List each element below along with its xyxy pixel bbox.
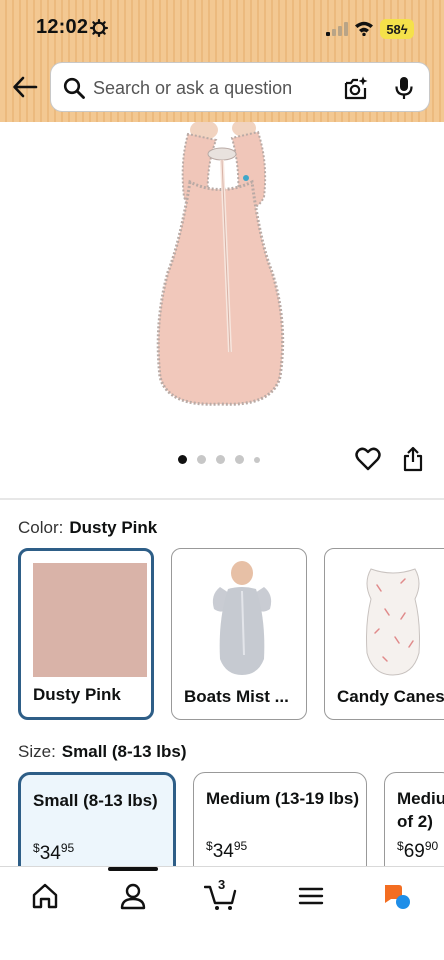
size-option-price: $6990 <box>397 839 439 862</box>
selected-size-value: Small (8-13 lbs) <box>61 742 187 761</box>
size-option-label: Mediu of 2) <box>397 789 444 831</box>
search-input[interactable] <box>93 75 333 101</box>
heart-icon[interactable] <box>355 446 381 472</box>
color-option-image <box>366 568 420 676</box>
camera-search-icon[interactable] <box>343 75 369 101</box>
account-icon[interactable] <box>118 881 148 911</box>
size-option-label: Small (8-13 lbs) <box>33 791 158 810</box>
cellular-signal-icon <box>326 22 348 36</box>
microphone-icon[interactable] <box>393 75 415 101</box>
carousel-dot[interactable] <box>178 455 187 464</box>
status-time: 12:02 <box>36 16 89 38</box>
menu-icon[interactable] <box>296 881 326 911</box>
wifi-icon <box>355 21 373 36</box>
charging-icon: ϟ <box>400 21 408 37</box>
search-icon <box>63 77 85 99</box>
carousel-dot[interactable] <box>216 455 225 464</box>
product-image[interactable] <box>140 122 300 422</box>
home-icon[interactable] <box>30 881 60 911</box>
status-bar: 12:02 58 ϟ <box>0 0 444 58</box>
color-option-label: Boats Mist ... <box>184 687 289 706</box>
bottom-navigation: 3 <box>0 866 444 960</box>
color-option-image <box>212 561 272 675</box>
cart-count-badge: 3 <box>218 877 226 892</box>
size-option-label: Medium (13-19 lbs) <box>206 789 360 808</box>
back-arrow-icon[interactable] <box>12 74 38 100</box>
color-swatch <box>33 563 147 677</box>
color-label-text: Color: <box>18 518 64 537</box>
carousel-dot[interactable] <box>235 455 244 464</box>
search-bar[interactable] <box>50 62 430 112</box>
color-option-boats-mist[interactable]: Boats Mist ... <box>171 548 307 720</box>
size-label: Size: Small (8-13 lbs) <box>18 742 187 762</box>
carousel-dot[interactable] <box>254 456 260 463</box>
gear-icon <box>90 19 108 37</box>
color-option-label: Dusty Pink <box>33 685 121 704</box>
rufus-assistant-icon[interactable] <box>382 881 412 911</box>
color-label: Color: Dusty Pink <box>18 518 157 538</box>
section-divider <box>0 498 444 500</box>
battery-level: 58 <box>386 21 401 37</box>
size-option-price: $3495 <box>206 839 248 862</box>
active-tab-indicator <box>108 867 158 871</box>
color-option-candy-canes[interactable]: Candy Canes <box>324 548 444 720</box>
size-label-text: Size: <box>18 742 56 761</box>
color-option-dusty-pink[interactable]: Dusty Pink <box>18 548 154 720</box>
carousel-dot[interactable] <box>197 455 206 464</box>
selected-color-value: Dusty Pink <box>69 518 158 537</box>
header: 12:02 58 ϟ <box>0 0 444 122</box>
share-icon[interactable] <box>402 446 424 472</box>
color-option-label: Candy Canes <box>337 687 444 706</box>
battery-indicator: 58 ϟ <box>380 19 414 39</box>
image-carousel-dots[interactable] <box>178 455 260 464</box>
size-option-price: $3495 <box>33 841 75 864</box>
